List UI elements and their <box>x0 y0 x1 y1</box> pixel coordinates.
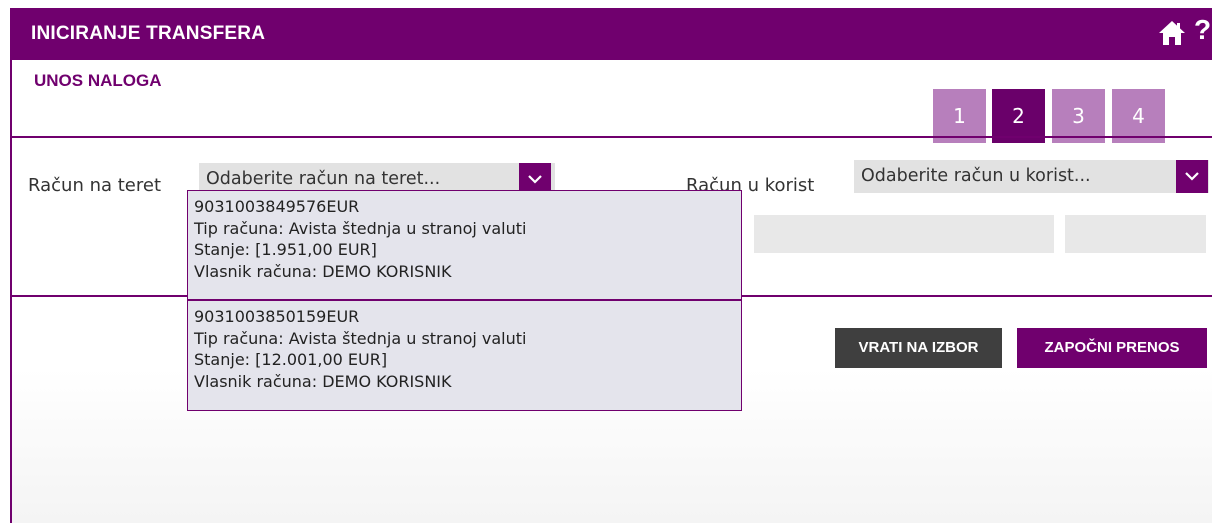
dropdown-option[interactable]: 9031003850159EUR Tip računa: Avista šted… <box>188 299 741 407</box>
step-1[interactable]: 1 <box>933 89 986 143</box>
step-3[interactable]: 3 <box>1052 89 1105 143</box>
title-bar: INICIRANJE TRANSFERA ? <box>12 8 1212 60</box>
step-4[interactable]: 4 <box>1112 89 1165 143</box>
debit-account-dropdown: 9031003849576EUR Tip računa: Avista šted… <box>187 190 742 411</box>
option-account-type: Tip računa: Avista štednja u stranoj val… <box>194 328 527 348</box>
start-transfer-button[interactable]: ZAPOČNI PRENOS <box>1017 328 1207 368</box>
page-title: INICIRANJE TRANSFERA <box>31 23 266 44</box>
option-owner: Vlasnik računa: DEMO KORISNIK <box>194 261 452 281</box>
home-icon[interactable] <box>1158 20 1186 46</box>
debit-account-placeholder: Odaberite račun na teret... <box>206 169 441 189</box>
step-2[interactable]: 2 <box>992 89 1045 143</box>
credit-account-select[interactable]: Odaberite račun u korist... <box>854 160 1209 193</box>
credit-info-field <box>754 215 1054 253</box>
option-owner: Vlasnik računa: DEMO KORISNIK <box>194 371 452 391</box>
back-to-selection-button[interactable]: VRATI NA IZBOR <box>835 328 1002 368</box>
option-balance: Stanje: [12.001,00 EUR] <box>194 350 388 369</box>
credit-info-field-2 <box>1065 215 1206 253</box>
option-balance: Stanje: [1.951,00 EUR] <box>194 240 377 259</box>
option-account-number: 9031003850159EUR <box>194 307 360 326</box>
chevron-down-icon[interactable] <box>1176 160 1208 193</box>
credit-account-placeholder: Odaberite račun u korist... <box>861 166 1091 186</box>
option-account-type: Tip računa: Avista štednja u stranoj val… <box>194 218 527 238</box>
help-icon[interactable]: ? <box>1194 14 1211 46</box>
dropdown-option[interactable]: 9031003849576EUR Tip računa: Avista šted… <box>188 191 741 299</box>
option-account-number: 9031003849576EUR <box>194 197 360 216</box>
divider-top <box>12 136 1212 138</box>
debit-account-label: Račun na teret <box>28 175 162 196</box>
section-title: UNOS NALOGA <box>34 71 162 90</box>
